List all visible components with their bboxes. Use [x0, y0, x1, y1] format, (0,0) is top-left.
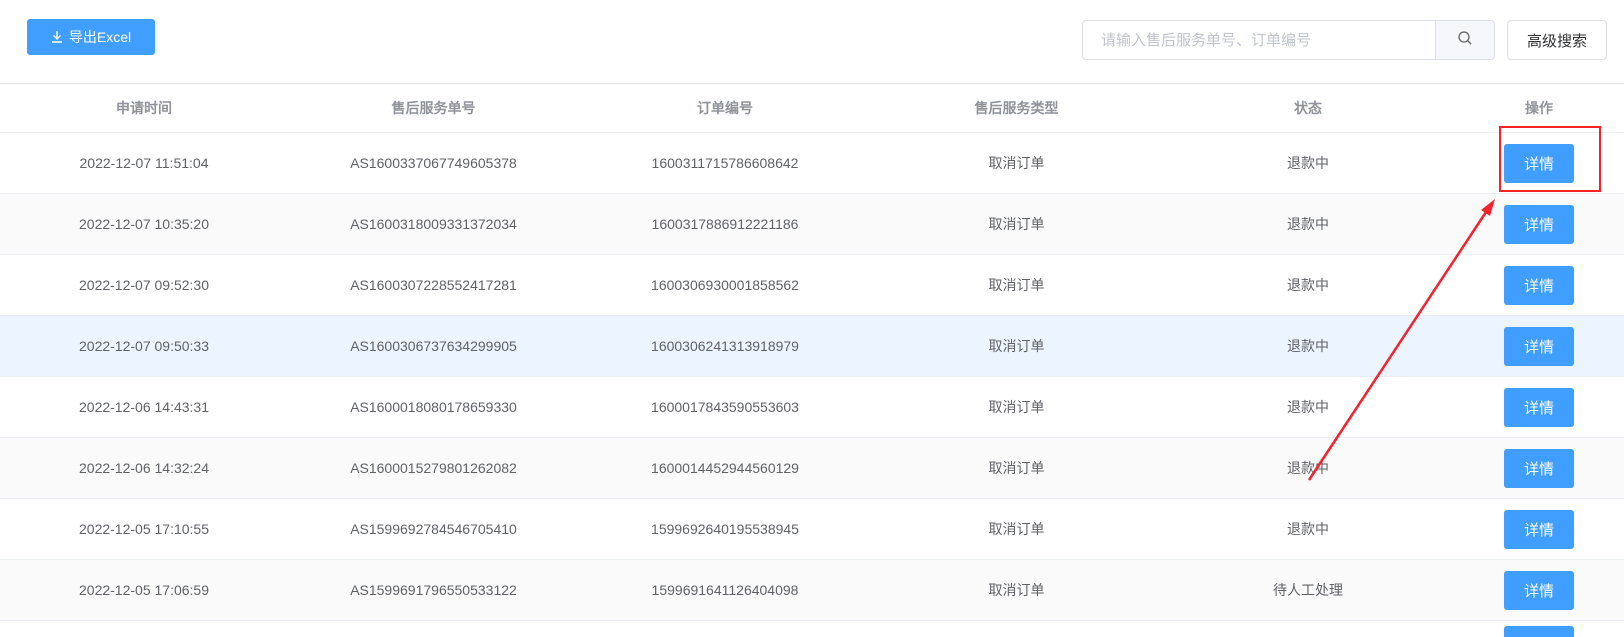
detail-button[interactable]: 详情: [1504, 326, 1574, 366]
table-header: 申请时间 售后服务单号 订单编号 售后服务类型 状态 操作: [0, 83, 1624, 133]
export-excel-button[interactable]: 导出Excel: [27, 19, 155, 55]
service-no-cell: AS1600337067749605378: [350, 155, 517, 171]
detail-button[interactable]: 详情: [1504, 143, 1574, 183]
export-excel-label: 导出Excel: [68, 29, 132, 45]
order-no-cell: 1600017843590553603: [651, 399, 799, 415]
advanced-search-button[interactable]: 高级搜索: [1507, 20, 1607, 60]
status-cell: 退款中: [1287, 155, 1329, 171]
apply-time-cell: 2022-12-07 09:50:33: [79, 338, 209, 354]
table-row[interactable]: 2022-12-07 11:51:04 AS160033706774960537…: [0, 133, 1624, 194]
apply-time-cell: 2022-12-06 14:32:24: [79, 460, 209, 476]
column-header-service-type[interactable]: 售后服务类型: [871, 98, 1162, 118]
action-cell: 详情: [1454, 570, 1624, 610]
search-input[interactable]: [1083, 21, 1435, 59]
service-type-cell: 取消订单: [988, 399, 1045, 415]
status-cell: 退款中: [1287, 216, 1329, 232]
status-cell: 退款中: [1287, 521, 1329, 537]
detail-button[interactable]: 详情: [1504, 625, 1574, 637]
order-no-cell: 1600306930001858562: [651, 277, 799, 293]
status-cell: 退款中: [1287, 460, 1329, 476]
download-icon: [51, 30, 63, 45]
detail-button[interactable]: 详情: [1504, 204, 1574, 244]
service-no-cell: AS1600306737634299905: [350, 338, 517, 354]
search-box: [1082, 20, 1495, 60]
apply-time-cell: 2022-12-07 09:52:30: [79, 277, 209, 293]
service-type-cell: 取消订单: [988, 277, 1045, 293]
table-row[interactable]: 2022-12-06 14:32:24 AS160001527980126208…: [0, 438, 1624, 499]
status-cell: 退款中: [1287, 399, 1329, 415]
after-sales-table: 申请时间 售后服务单号 订单编号 售后服务类型 状态 操作 2022-12-07…: [0, 83, 1624, 637]
apply-time-cell: 2022-12-07 10:35:20: [79, 216, 209, 232]
order-no-cell: 1599691641126404098: [651, 582, 799, 598]
service-no-cell: AS1600018080178659330: [350, 399, 517, 415]
action-cell: 详情: [1454, 509, 1624, 549]
service-no-cell: AS1600307228552417281: [350, 277, 517, 293]
apply-time-cell: 2022-12-06 14:43:31: [79, 399, 209, 415]
column-header-action: 操作: [1525, 99, 1553, 116]
status-cell: 退款中: [1287, 277, 1329, 293]
detail-button[interactable]: 详情: [1504, 509, 1574, 549]
action-cell: 详情: [1454, 618, 1624, 637]
service-type-cell: 取消订单: [988, 582, 1045, 598]
search-button[interactable]: [1435, 21, 1494, 59]
action-cell: 详情: [1454, 387, 1624, 427]
order-no-cell: 1600306241313918979: [651, 338, 799, 354]
detail-button[interactable]: 详情: [1504, 387, 1574, 427]
apply-time-cell: 2022-12-07 11:51:04: [79, 155, 209, 171]
service-no-cell: AS1600015279801262082: [350, 460, 517, 476]
after-sales-list-page: 导出Excel 高级搜索 申请时间 售后服务单号 订单编号 售后服务类型 状: [0, 0, 1624, 637]
column-header-apply-time[interactable]: 申请时间: [0, 98, 288, 118]
action-cell: 详情: [1454, 448, 1624, 488]
detail-button[interactable]: 详情: [1504, 570, 1574, 610]
order-no-cell: 1599692640195538945: [651, 521, 799, 537]
detail-button[interactable]: 详情: [1504, 448, 1574, 488]
service-no-cell: AS1600318009331372034: [350, 216, 517, 232]
status-cell: 待人工处理: [1273, 582, 1343, 598]
table-row[interactable]: 2022-12-05 17:10:55 AS159969278454670541…: [0, 499, 1624, 560]
service-type-cell: 取消订单: [988, 216, 1045, 232]
order-no-cell: 1600317886912221186: [651, 216, 799, 232]
action-cell: 详情: [1454, 204, 1624, 244]
service-no-cell: AS1599691796550533122: [350, 582, 517, 598]
service-no-cell: AS1599692784546705410: [350, 521, 517, 537]
table-row[interactable]: 2022-12-06 14:43:31 AS160001808017865933…: [0, 377, 1624, 438]
service-type-cell: 取消订单: [988, 338, 1045, 354]
service-type-cell: 取消订单: [988, 521, 1045, 537]
table-row[interactable]: 2022-12-07 09:50:33 AS160030673763429990…: [0, 316, 1624, 377]
advanced-search-label: 高级搜索: [1526, 32, 1587, 50]
service-type-cell: 取消订单: [988, 155, 1045, 171]
column-header-order-no[interactable]: 订单编号: [579, 98, 871, 118]
action-cell: 详情: [1454, 265, 1624, 305]
apply-time-cell: 2022-12-05 17:10:55: [79, 521, 209, 537]
table-row[interactable]: 2022-12-07 10:35:20 AS160031800933137203…: [0, 194, 1624, 255]
service-type-cell: 取消订单: [988, 460, 1045, 476]
action-cell: 详情: [1454, 143, 1624, 183]
status-cell: 退款中: [1287, 338, 1329, 354]
column-header-service-no[interactable]: 售后服务单号: [288, 98, 579, 118]
detail-button[interactable]: 详情: [1504, 265, 1574, 305]
table-row-partial[interactable]: 详情: [0, 621, 1624, 637]
table-row[interactable]: 2022-12-07 09:52:30 AS160030722855241728…: [0, 255, 1624, 316]
toolbar: 导出Excel 高级搜索: [0, 0, 1624, 84]
action-cell: 详情: [1454, 326, 1624, 366]
apply-time-cell: 2022-12-05 17:06:59: [79, 582, 209, 598]
order-no-cell: 1600311715786608642: [651, 155, 799, 171]
column-header-status[interactable]: 状态: [1162, 98, 1454, 118]
order-no-cell: 1600014452944560129: [651, 460, 799, 476]
search-icon: [1457, 30, 1473, 51]
table-row[interactable]: 2022-12-05 17:06:59 AS159969179655053312…: [0, 560, 1624, 621]
